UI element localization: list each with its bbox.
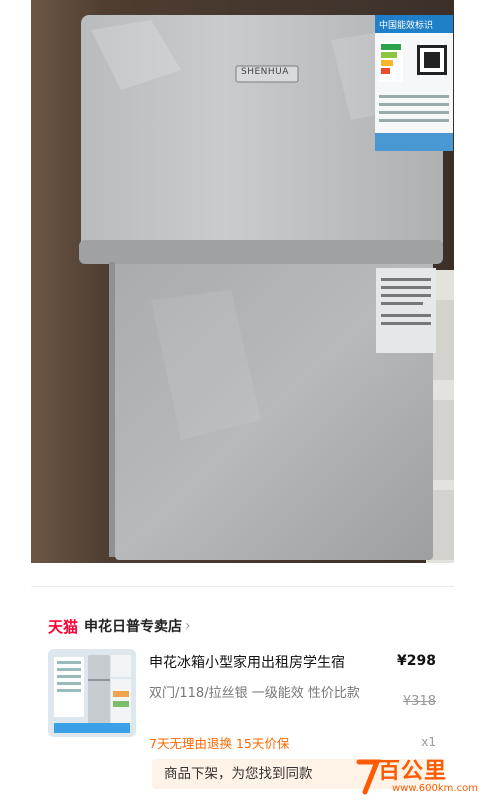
shop-header[interactable]: 天猫 申花日普专卖店 › xyxy=(48,615,191,637)
shop-name[interactable]: 申花日普专卖店 xyxy=(84,616,182,636)
watermark-url: www.600km.com xyxy=(392,783,478,794)
chevron-right-icon[interactable]: › xyxy=(185,618,191,634)
service-tags: 7天无理由退换 15天价保 xyxy=(149,736,290,751)
fridge-photo-illustration xyxy=(31,0,454,563)
product-thumbnail[interactable] xyxy=(48,649,136,737)
product-photo[interactable]: SHENHUA 中国能效标识 xyxy=(31,0,454,563)
original-price: ¥318 xyxy=(402,694,436,709)
product-specs: 双门/118/拉丝银 一级能效 性价比款 xyxy=(149,686,360,701)
product-title[interactable]: 申花冰箱小型家用出租房学生宿 xyxy=(149,653,389,673)
product-price: ¥298 xyxy=(397,653,436,669)
fridge-thumbnail-icon xyxy=(48,649,136,737)
quantity: x1 xyxy=(421,735,436,749)
energy-label-title: 中国能效标识 xyxy=(379,21,434,31)
tmall-logo: 天猫 xyxy=(48,617,79,636)
watermark-brand: 百公里 xyxy=(378,759,448,784)
brand-plate-text: SHENHUA xyxy=(241,67,289,77)
